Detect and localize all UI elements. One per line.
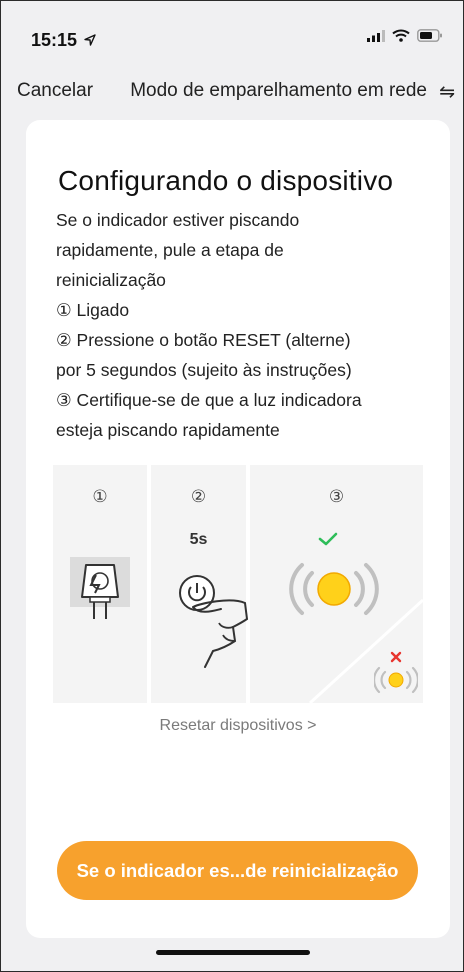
status-bar: 15:15	[1, 1, 463, 73]
desc-line: rapidamente, pule a etapa de	[56, 240, 284, 260]
home-indicator[interactable]	[156, 950, 310, 955]
power-plug-icon	[70, 557, 130, 619]
desc-line: esteja piscando rapidamente	[56, 420, 280, 440]
cancel-button[interactable]: Cancelar	[17, 80, 93, 102]
card-title: Configurando o dispositivo	[58, 165, 394, 196]
hand-icon	[192, 599, 249, 668]
swap-icon[interactable]: ⇋	[439, 81, 455, 104]
wifi-icon	[392, 29, 410, 42]
setup-card: Configurando o dispositivo Se o indicado…	[26, 120, 450, 938]
step-number: ②	[190, 487, 207, 506]
step-panel-2: ② 5s	[151, 465, 249, 703]
desc-line: ② Pressione o botão RESET (alterne)	[56, 330, 351, 350]
step-panel-1: ①	[53, 465, 147, 703]
signal-icon	[367, 29, 385, 42]
desc-line: ③ Certifique-se de que a luz indicadora	[56, 390, 362, 410]
status-time-text: 15:15	[31, 30, 78, 50]
reset-devices-link[interactable]: Resetar dispositivos >	[26, 717, 450, 735]
x-icon	[390, 651, 402, 663]
desc-line: Se o indicador estiver piscando	[56, 210, 300, 230]
step-panel-3: ③	[250, 465, 423, 703]
steps-illustration: ① ② 5s ③	[53, 465, 423, 703]
pairing-mode-title[interactable]: Modo de emparelhamento em rede	[130, 80, 427, 102]
desc-line: ① Ligado	[56, 300, 130, 320]
step-duration: 5s	[189, 531, 208, 548]
nav-bar: Cancelar Modo de emparelhamento em rede …	[1, 75, 463, 109]
desc-line: reinicialização	[56, 270, 166, 290]
status-icons	[367, 29, 443, 42]
card-description: Se o indicador estiver piscando rapidame…	[56, 205, 436, 445]
battery-icon	[417, 29, 442, 42]
location-arrow-icon	[84, 34, 96, 46]
step-number: ①	[92, 487, 108, 506]
status-time: 15:15	[31, 30, 96, 51]
skip-reset-button[interactable]: Se o indicador es...de reinicialização	[57, 841, 418, 900]
desc-line: por 5 segundos (sujeito às instruções)	[56, 360, 352, 380]
slow-light-icon	[374, 666, 418, 694]
